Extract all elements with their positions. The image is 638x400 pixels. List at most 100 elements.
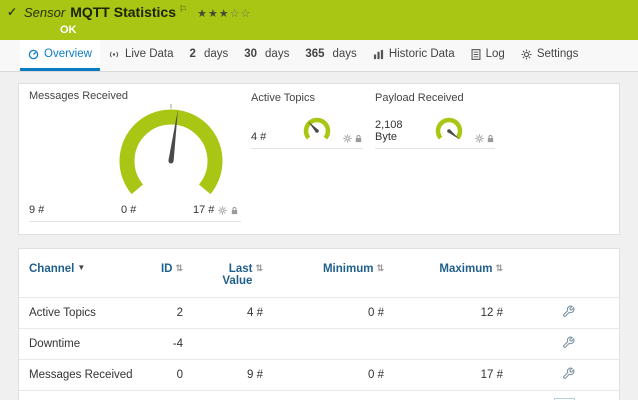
gauge-actions	[475, 134, 495, 144]
sort-icon: ⇅	[495, 263, 503, 273]
status-check-icon: ✓	[7, 5, 17, 19]
gauge-dial	[295, 116, 339, 144]
column-header-actions	[503, 253, 619, 298]
column-label: Last Value	[216, 263, 252, 287]
live-data-icon	[108, 49, 120, 60]
column-header-maximum[interactable]: Maximum⇅	[384, 253, 503, 298]
mini-gear-icon[interactable]	[475, 134, 484, 143]
table-row[interactable]: Payload Received 1 2,108 Byte 0 Byte 2,1…	[19, 391, 619, 400]
sensor-header: ✓ Sensor MQTT Statistics⚐ ★★★☆☆ OK	[0, 0, 638, 40]
gauge-payload-received: Payload Received 2,108 Byte	[375, 92, 495, 149]
column-header-minimum[interactable]: Minimum⇅	[263, 253, 384, 298]
column-label: ID	[161, 263, 173, 275]
tab-settings[interactable]: Settings	[513, 40, 587, 71]
cell-last-value: 9 #	[183, 360, 263, 391]
channel-table: Channel▼ ID⇅ Last Value⇅ Minimum⇅ Maximu…	[19, 253, 619, 400]
tab-bar: Overview Live Data 2days 30days 365days …	[0, 40, 638, 72]
table-row[interactable]: Downtime -4	[19, 329, 619, 360]
gauge-value-row: 4 #	[251, 106, 363, 149]
overview-icon	[28, 49, 39, 60]
cell-actions	[503, 298, 619, 329]
tab-label: Overview	[44, 48, 92, 60]
table-row[interactable]: Messages Received 0 9 # 0 # 17 #	[19, 360, 619, 391]
stars-empty: ☆☆	[230, 8, 252, 20]
column-header-last-value[interactable]: Last Value⇅	[183, 253, 263, 298]
gauge-dial	[427, 116, 471, 144]
cell-last-value: 2,108 Byte	[183, 391, 263, 400]
gauge-scale-row: 9 # 0 # 17 #	[29, 203, 241, 222]
stars-filled: ★★★	[197, 8, 230, 20]
mini-gear-icon[interactable]	[343, 134, 352, 143]
cell-id: 0	[149, 360, 183, 391]
cell-minimum: 0 #	[263, 298, 384, 329]
gauge-actions	[343, 134, 363, 144]
cell-actions	[503, 360, 619, 391]
tab-label: days	[204, 48, 228, 60]
cell-last-value	[183, 329, 263, 360]
cell-maximum	[384, 329, 503, 360]
tab-label: Live Data	[125, 48, 174, 60]
sort-desc-icon: ▼	[77, 263, 85, 272]
sort-icon: ⇅	[255, 263, 263, 273]
column-label: Maximum	[439, 263, 492, 275]
cell-minimum: 0 #	[263, 360, 384, 391]
cell-maximum: 17 #	[384, 360, 503, 391]
lock-icon[interactable]	[230, 206, 239, 215]
bar-chart-icon	[373, 49, 384, 60]
sort-icon: ⇅	[175, 263, 183, 273]
cell-channel[interactable]: Payload Received	[19, 391, 149, 400]
object-kind-label: Sensor	[24, 5, 65, 20]
gauge-current-value: 4 #	[251, 131, 291, 144]
priority-stars[interactable]: ★★★☆☆	[197, 8, 251, 20]
flag-icon[interactable]: ⚐	[179, 4, 187, 14]
gauges-panel: Messages Received 9 # 0 # 17 #	[18, 83, 620, 235]
gauge-scale-max: 17 #	[193, 204, 214, 216]
cell-channel[interactable]: Active Topics	[19, 298, 149, 329]
cell-channel[interactable]: Downtime	[19, 329, 149, 360]
cell-minimum	[263, 329, 384, 360]
wrench-icon[interactable]	[562, 305, 575, 318]
tab-live-data[interactable]: Live Data	[100, 40, 182, 71]
gauge-messages-received: Messages Received 9 # 0 # 17 #	[29, 90, 241, 228]
tab-365-days[interactable]: 365days	[297, 40, 364, 71]
tab-overview[interactable]: Overview	[20, 40, 100, 71]
cell-actions	[503, 391, 619, 400]
lock-icon[interactable]	[354, 134, 363, 143]
tab-30-days[interactable]: 30days	[236, 40, 297, 71]
mini-gear-icon[interactable]	[218, 206, 227, 215]
lock-icon[interactable]	[486, 134, 495, 143]
cell-channel[interactable]: Messages Received	[19, 360, 149, 391]
cell-id: 1	[149, 391, 183, 400]
prtg-sensor-page: ✓ Sensor MQTT Statistics⚐ ★★★☆☆ OK Overvie…	[0, 0, 638, 400]
tab-2-days[interactable]: 2days	[182, 40, 237, 71]
gear-icon	[521, 49, 532, 60]
page-title: MQTT Statistics	[70, 4, 176, 20]
wrench-icon[interactable]	[562, 367, 575, 380]
gauge-active-topics: Active Topics 4 #	[251, 92, 363, 149]
gauge-current-value: 9 #	[29, 204, 44, 216]
tab-label-number: 30	[244, 48, 257, 60]
sensor-title-row: Sensor MQTT Statistics⚐ ★★★☆☆	[24, 4, 251, 22]
gauge-title: Active Topics	[251, 92, 363, 104]
gauge-title: Messages Received	[29, 90, 241, 102]
tab-historic-data[interactable]: Historic Data	[365, 40, 463, 71]
overview-content: Messages Received 9 # 0 # 17 #	[0, 72, 638, 400]
cell-last-value: 4 #	[183, 298, 263, 329]
gauge-dial	[29, 103, 241, 201]
column-header-channel[interactable]: Channel▼	[19, 253, 149, 298]
cell-minimum: 0 Byte	[263, 391, 384, 400]
status-badge: OK	[60, 24, 77, 36]
cell-actions	[503, 329, 619, 360]
gauge-title: Payload Received	[375, 92, 495, 104]
column-header-id[interactable]: ID⇅	[149, 253, 183, 298]
tab-label: Log	[486, 48, 505, 60]
table-row[interactable]: Active Topics 2 4 # 0 # 12 #	[19, 298, 619, 329]
gauge-actions	[218, 206, 239, 215]
gauge-current-value: 2,108 Byte	[375, 119, 423, 144]
column-label: Minimum	[323, 263, 373, 275]
cell-maximum: 2,120 Byte	[384, 391, 503, 400]
wrench-icon[interactable]	[562, 336, 575, 349]
tab-log[interactable]: Log	[463, 40, 513, 71]
cell-maximum: 12 #	[384, 298, 503, 329]
tab-label: days	[333, 48, 357, 60]
